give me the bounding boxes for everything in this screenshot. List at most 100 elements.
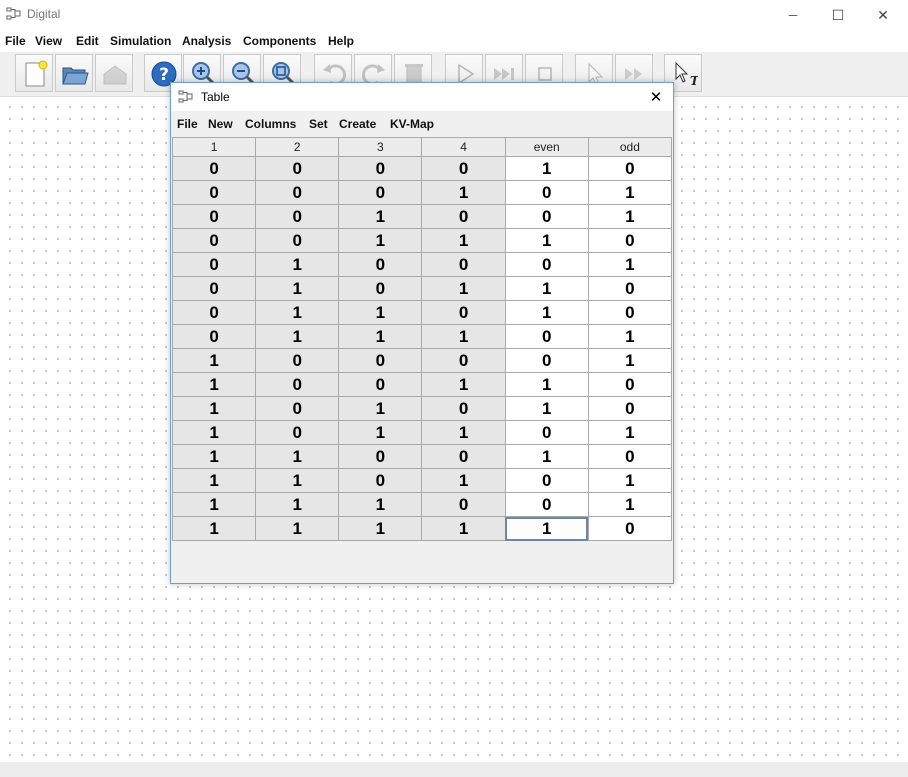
input-cell: 0 (421, 492, 506, 517)
input-cell: 1 (421, 468, 506, 493)
table-header-row: 1 2 3 4 even odd (171, 137, 673, 157)
column-header[interactable]: odd (587, 137, 673, 157)
input-cell: 0 (338, 252, 423, 277)
dialog-menu-file[interactable]: File (177, 117, 198, 131)
input-cell: 0 (255, 372, 340, 397)
output-cell[interactable]: 1 (504, 396, 589, 421)
table-dialog-icon (178, 90, 193, 103)
table-row: 110010 (171, 444, 673, 469)
dialog-menu-kv-map[interactable]: KV-Map (390, 117, 434, 131)
input-cell: 1 (338, 204, 423, 229)
input-cell: 1 (421, 276, 506, 301)
table-row: 100110 (171, 372, 673, 397)
input-cell: 0 (171, 324, 257, 349)
menu-analysis[interactable]: Analysis (182, 34, 231, 48)
output-cell[interactable]: 1 (504, 228, 589, 253)
new-button[interactable] (15, 54, 53, 92)
output-cell[interactable]: 0 (504, 180, 589, 205)
menu-file[interactable]: File (5, 34, 26, 48)
output-cell[interactable]: 0 (504, 492, 589, 517)
output-cell[interactable]: 1 (587, 492, 673, 517)
input-cell: 1 (255, 468, 340, 493)
output-cell[interactable]: 1 (587, 180, 673, 205)
menu-simulation[interactable]: Simulation (110, 34, 171, 48)
svg-text:?: ? (159, 65, 169, 85)
input-cell: 0 (338, 468, 423, 493)
open-button[interactable] (55, 54, 93, 92)
input-cell: 1 (171, 372, 257, 397)
input-cell: 1 (421, 516, 506, 541)
truth-table-scroll[interactable]: 1 2 3 4 even odd 0000100001010010010011100100… (171, 137, 673, 541)
column-header[interactable]: 2 (255, 137, 340, 157)
column-header[interactable]: 1 (171, 137, 257, 157)
dialog-menu-new[interactable]: New (208, 117, 233, 131)
truth-table: 1 2 3 4 even odd 0000100001010010010011100100… (171, 137, 673, 541)
column-header[interactable]: 3 (338, 137, 423, 157)
maximize-button[interactable]: ☐ (815, 0, 861, 30)
table-row: 001001 (171, 204, 673, 229)
save-button[interactable] (95, 54, 133, 92)
dialog-title-bar[interactable]: Table ✕ (171, 83, 673, 111)
output-cell[interactable]: 0 (587, 156, 673, 181)
input-cell: 1 (171, 348, 257, 373)
output-cell[interactable]: 0 (504, 348, 589, 373)
output-cell[interactable]: 0 (504, 420, 589, 445)
dialog-title: Table (201, 90, 230, 104)
column-header[interactable]: even (504, 137, 589, 157)
output-cell[interactable]: 1 (587, 420, 673, 445)
input-cell: 0 (255, 204, 340, 229)
output-cell[interactable]: 1 (587, 348, 673, 373)
output-cell[interactable]: 1 (587, 252, 673, 277)
output-cell[interactable]: 0 (504, 324, 589, 349)
input-cell: 0 (171, 276, 257, 301)
input-cell: 0 (421, 396, 506, 421)
input-cell: 0 (171, 204, 257, 229)
output-cell[interactable]: 0 (587, 396, 673, 421)
dialog-menu-create[interactable]: Create (339, 117, 376, 131)
output-cell[interactable]: 1 (587, 324, 673, 349)
table-row: 110101 (171, 468, 673, 493)
output-cell[interactable]: 0 (587, 516, 673, 541)
output-cell[interactable]: 1 (587, 468, 673, 493)
close-button[interactable]: ✕ (860, 0, 906, 30)
status-bar (0, 762, 908, 777)
output-cell[interactable]: 1 (504, 276, 589, 301)
output-cell[interactable]: 0 (504, 252, 589, 277)
dialog-close-button[interactable]: ✕ (645, 86, 667, 108)
input-cell: 0 (255, 180, 340, 205)
output-cell[interactable]: 1 (504, 516, 589, 541)
output-cell[interactable]: 0 (587, 444, 673, 469)
dialog-menu-columns[interactable]: Columns (245, 117, 296, 131)
input-cell: 1 (421, 180, 506, 205)
input-cell: 1 (421, 324, 506, 349)
menu-help[interactable]: Help (328, 34, 354, 48)
column-header[interactable]: 4 (421, 137, 506, 157)
input-cell: 1 (255, 300, 340, 325)
output-cell[interactable]: 0 (587, 300, 673, 325)
dialog-menu-set[interactable]: Set (309, 117, 328, 131)
table-row: 001110 (171, 228, 673, 253)
output-cell[interactable]: 1 (504, 156, 589, 181)
input-cell: 0 (171, 180, 257, 205)
output-cell[interactable]: 1 (504, 444, 589, 469)
open-icon (62, 67, 89, 85)
output-cell[interactable]: 1 (504, 300, 589, 325)
minimize-button[interactable]: ─ (770, 0, 816, 30)
output-cell[interactable]: 0 (504, 204, 589, 229)
output-cell[interactable]: 0 (587, 276, 673, 301)
menu-view[interactable]: View (35, 34, 62, 48)
menu-components[interactable]: Components (243, 34, 316, 48)
output-cell[interactable]: 0 (504, 468, 589, 493)
input-cell: 0 (171, 228, 257, 253)
input-cell: 1 (255, 252, 340, 277)
output-cell[interactable]: 1 (587, 204, 673, 229)
menu-edit[interactable]: Edit (76, 34, 99, 48)
new-icon (25, 60, 48, 87)
table-row: 111110 (171, 516, 673, 541)
output-cell[interactable]: 0 (587, 372, 673, 397)
output-cell[interactable]: 0 (587, 228, 673, 253)
table-row: 010110 (171, 276, 673, 301)
close-icon: ✕ (649, 89, 663, 106)
output-cell[interactable]: 1 (504, 372, 589, 397)
input-cell: 0 (338, 276, 423, 301)
